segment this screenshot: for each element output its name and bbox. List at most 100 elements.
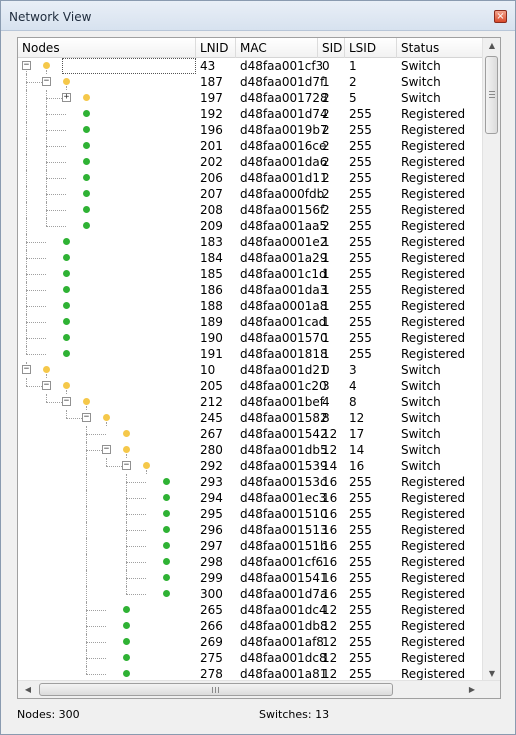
tree-row[interactable]: 196 d48faa0019b7 2 255 Registered [18, 122, 482, 138]
horizontal-scroll-thumb[interactable] [39, 683, 393, 696]
registered-node-icon [83, 126, 90, 133]
cell-sid: 1 [322, 235, 330, 249]
title-bar: Network View × [1, 1, 515, 31]
cell-lnid: 208 [200, 203, 223, 217]
collapse-icon[interactable]: − [42, 381, 51, 390]
column-header-nodes[interactable]: Nodes [18, 38, 196, 58]
registered-node-icon [83, 222, 90, 229]
collapse-icon[interactable]: − [42, 77, 51, 86]
cell-status: Registered [401, 187, 466, 201]
tree-row[interactable]: − 10 d48faa001d21 0 3 Switch [18, 362, 482, 378]
tree-node: − [18, 362, 196, 378]
tree-row[interactable]: +197 d48faa001728 2 5 Switch [18, 90, 482, 106]
cell-status: Registered [401, 219, 466, 233]
registered-node-icon [83, 206, 90, 213]
registered-node-icon [163, 558, 170, 565]
column-header-status[interactable]: Status [397, 38, 482, 58]
tree-row[interactable]: − 292 d48faa001539 14 16 Switch [18, 458, 482, 474]
collapse-icon[interactable]: − [82, 413, 91, 422]
tree-row[interactable]: 293 d48faa00153d 16 255 Registered [18, 474, 482, 490]
tree-row[interactable]: 296 d48faa001513 16 255 Registered [18, 522, 482, 538]
tree-row[interactable]: − 245 d48faa001582 8 12 Switch [18, 410, 482, 426]
tree-row[interactable]: 297 d48faa00151b 16 255 Registered [18, 538, 482, 554]
collapse-icon[interactable]: − [102, 445, 111, 454]
cell-sid: 14 [322, 459, 338, 473]
tree-row[interactable]: 275 d48faa001dc8 12 255 Registered [18, 650, 482, 666]
cell-lsid: 255 [349, 123, 372, 137]
tree-row[interactable]: 185 d48faa001c1d 1 255 Registered [18, 266, 482, 282]
network-tree-list[interactable]: Nodes LNID MAC SID LSID Status −43 d48faa… [17, 37, 501, 699]
collapse-icon[interactable]: − [62, 397, 71, 406]
registered-node-icon [83, 158, 90, 165]
tree-row[interactable]: − 280 d48faa001db5 12 14 Switch [18, 442, 482, 458]
tree-row[interactable]: 294 d48faa001ec3 16 255 Registered [18, 490, 482, 506]
cell-lnid: 293 [200, 475, 223, 489]
vertical-scroll-thumb[interactable] [485, 56, 498, 134]
registered-node-icon [83, 142, 90, 149]
tree-node [18, 202, 196, 218]
cell-lnid: 188 [200, 299, 223, 313]
scroll-up-icon[interactable]: ▲ [484, 38, 500, 54]
registered-node-icon [83, 110, 90, 117]
switch-node-icon [123, 430, 130, 437]
tree-row[interactable]: − 205 d48faa001c20 3 4 Switch [18, 378, 482, 394]
vertical-scrollbar[interactable]: ▲ ▼ [482, 38, 500, 682]
tree-row[interactable]: 192 d48faa001d74 2 255 Registered [18, 106, 482, 122]
tree-row[interactable]: 209 d48faa001aa5 2 255 Registered [18, 218, 482, 234]
tree-row[interactable]: 202 d48faa001da6 2 255 Registered [18, 154, 482, 170]
tree-row[interactable]: 186 d48faa001da3 1 255 Registered [18, 282, 482, 298]
tree-row[interactable]: 189 d48faa001cad 1 255 Registered [18, 314, 482, 330]
expand-icon[interactable]: + [62, 93, 71, 102]
cell-sid: 16 [322, 507, 338, 521]
cell-lnid: 205 [200, 379, 223, 393]
collapse-icon[interactable]: − [22, 61, 31, 70]
column-header-lsid[interactable]: LSID [345, 38, 397, 58]
tree-row[interactable]: 300 d48faa001d7a 16 255 Registered [18, 586, 482, 602]
cell-status: Registered [401, 347, 466, 361]
cell-lsid: 255 [349, 555, 372, 569]
column-header-mac[interactable]: MAC [236, 38, 318, 58]
tree-row[interactable]: 295 d48faa001510 16 255 Registered [18, 506, 482, 522]
tree-row[interactable]: 190 d48faa001570 1 255 Registered [18, 330, 482, 346]
cell-mac: d48faa001a29 [240, 251, 328, 265]
tree-row[interactable]: 206 d48faa001d11 2 255 Registered [18, 170, 482, 186]
tree-row[interactable]: − 212 d48faa001bef 4 8 Switch [18, 394, 482, 410]
tree-row[interactable]: 191 d48faa001818 1 255 Registered [18, 346, 482, 362]
horizontal-scrollbar[interactable]: ◀ ▶ [18, 680, 500, 698]
tree-node [18, 250, 196, 266]
tree-row[interactable]: 184 d48faa001a29 1 255 Registered [18, 250, 482, 266]
cell-lnid: 298 [200, 555, 223, 569]
cell-sid: 12 [322, 635, 338, 649]
cell-lsid: 255 [349, 603, 372, 617]
tree-row[interactable]: 265 d48faa001dc4 12 255 Registered [18, 602, 482, 618]
tree-row[interactable]: − 187 d48faa001d7f 1 2 Switch [18, 74, 482, 90]
scroll-left-icon[interactable]: ◀ [20, 682, 36, 698]
scroll-right-icon[interactable]: ▶ [464, 682, 480, 698]
cell-lsid: 255 [349, 155, 372, 169]
tree-row[interactable]: 207 d48faa000fdb 2 255 Registered [18, 186, 482, 202]
collapse-icon[interactable]: − [22, 365, 31, 374]
tree-row[interactable]: 266 d48faa001db8 12 255 Registered [18, 618, 482, 634]
collapse-icon[interactable]: − [122, 461, 131, 470]
cell-lsid: 255 [349, 187, 372, 201]
column-header-sid[interactable]: SID [318, 38, 345, 58]
tree-row[interactable]: 183 d48faa0001e2 1 255 Registered [18, 234, 482, 250]
tree-row[interactable]: 299 d48faa001541 16 255 Registered [18, 570, 482, 586]
tree-row[interactable]: − 43 d48faa001cf3 0 1 Switch [18, 58, 482, 74]
tree-row[interactable]: 267 d48faa001542 12 17 Switch [18, 426, 482, 442]
cell-lsid: 5 [349, 91, 357, 105]
tree-node [18, 218, 196, 234]
tree-node [18, 298, 196, 314]
close-button[interactable]: × [494, 10, 507, 23]
tree-row[interactable]: 269 d48faa001af8 12 255 Registered [18, 634, 482, 650]
cell-sid: 0 [322, 363, 330, 377]
tree-node: − [18, 74, 196, 90]
tree-row[interactable]: 201 d48faa0016ce 2 255 Registered [18, 138, 482, 154]
cell-mac: d48faa001513 [240, 523, 328, 537]
tree-row[interactable]: 298 d48faa001cf6 16 255 Registered [18, 554, 482, 570]
cell-lsid: 16 [349, 459, 365, 473]
tree-row[interactable]: 188 d48faa0001a8 1 255 Registered [18, 298, 482, 314]
tree-row[interactable]: 208 d48faa00156f 2 255 Registered [18, 202, 482, 218]
column-header-lnid[interactable]: LNID [196, 38, 236, 58]
cell-lsid: 3 [349, 363, 357, 377]
